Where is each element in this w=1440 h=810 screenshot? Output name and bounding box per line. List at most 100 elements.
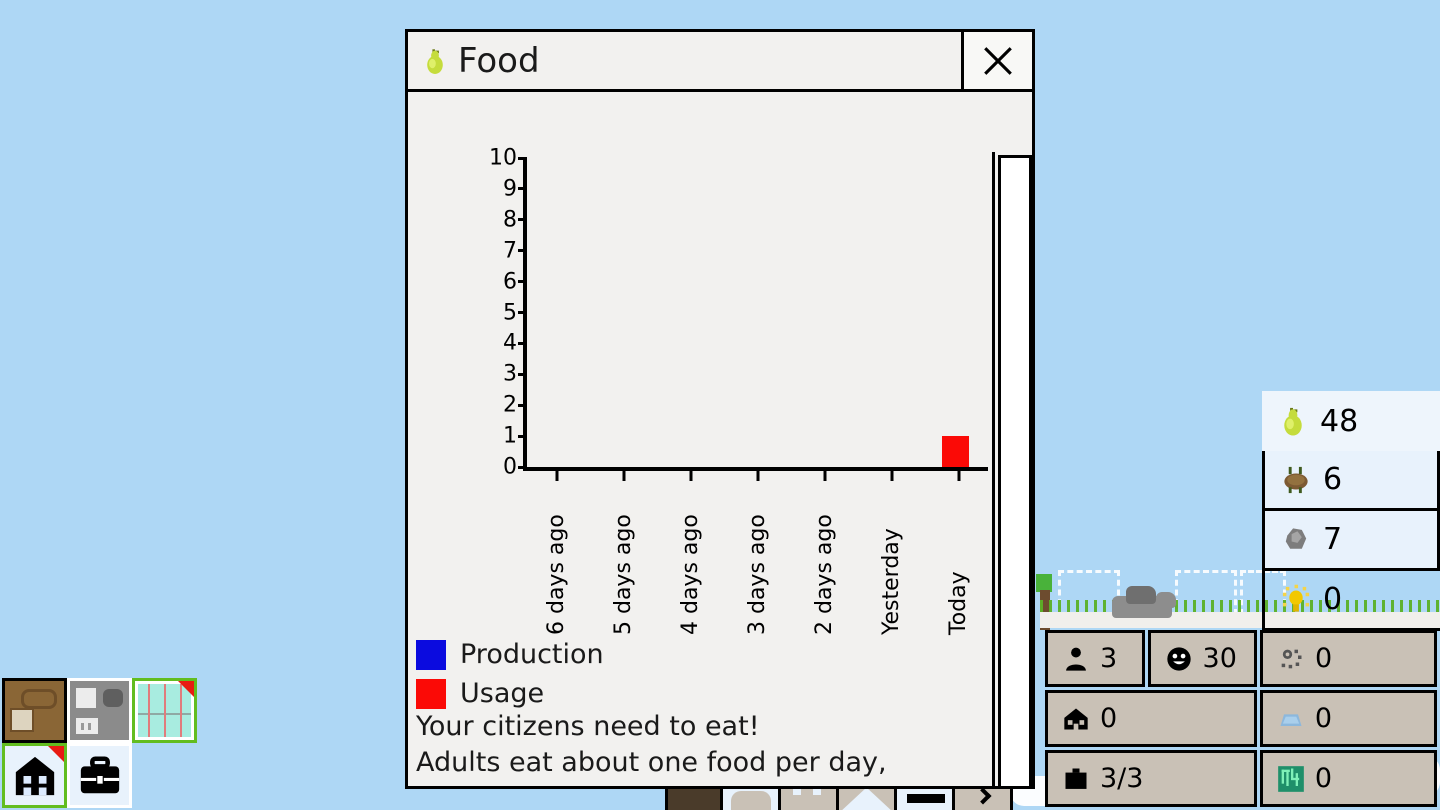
rock-icon: [1281, 524, 1311, 556]
stats-grid: 3 30 0 0 0 3/3 0: [1045, 630, 1440, 810]
legend-swatch-production: [416, 639, 446, 670]
valley-icon: [866, 787, 894, 810]
y-axis-tick: 8: [503, 207, 527, 232]
resource-value: 48: [1320, 403, 1359, 439]
stat-value: 3: [1100, 643, 1118, 674]
dialog-body: 10 9 8 7 6 5 4 3 2 1 0 6 days ago 5 days ago 4 days …: [408, 92, 1032, 786]
food-dialog: Food 10 9 8 7 6 5 4 3 2 1 0 6 days ago 5 days ago 4 …: [405, 29, 1035, 789]
x-axis-tick-label: 3 days ago: [745, 514, 770, 635]
y-axis-tick: 9: [503, 176, 527, 201]
lightbulb-icon: [1281, 584, 1311, 616]
stat-population[interactable]: 3: [1045, 630, 1145, 687]
stat-value: 30: [1202, 643, 1237, 674]
legend-label: Production: [460, 639, 604, 670]
pear-icon: [1278, 405, 1308, 437]
pear-food-icon: [422, 46, 448, 76]
y-axis-tick: 2: [503, 393, 527, 418]
x-axis-tick: 4 days ago: [657, 471, 724, 635]
log-icon: [1281, 464, 1311, 496]
rock-pile: [1156, 592, 1176, 608]
x-axis-tick-mark: [890, 471, 893, 481]
briefcase-icon: [1065, 768, 1087, 789]
sidebar-item-buildings[interactable]: [2, 743, 67, 808]
x-axis-tick-label: 5 days ago: [611, 514, 636, 635]
hill-icon: [731, 791, 771, 810]
x-axis-tick-mark: [756, 471, 759, 481]
water-icon: [1280, 713, 1302, 726]
stat-value: 0: [1100, 703, 1118, 734]
description-line: Adults eat about one food per day,: [416, 747, 887, 778]
notification-flag-icon: [178, 681, 194, 697]
stat-value: 3/3: [1100, 763, 1144, 794]
stat-pollution[interactable]: 0: [1259, 630, 1437, 687]
x-axis-tick-mark: [555, 471, 558, 481]
x-axis-tick-label: Yesterday: [879, 528, 904, 635]
resource-row-food[interactable]: 48: [1262, 391, 1440, 451]
notification-flag-icon: [48, 746, 64, 762]
resource-row-wood[interactable]: 6: [1262, 451, 1440, 511]
y-axis-tick: 7: [503, 238, 527, 263]
stat-water[interactable]: 0: [1259, 690, 1437, 747]
description-line: Your citizens need to eat!: [416, 711, 760, 742]
stat-value: 0: [1314, 763, 1333, 794]
chevron-right-icon: [974, 787, 992, 805]
resource-panel: 48 6 7 0: [1262, 391, 1440, 631]
stats-row: 3/3 0: [1045, 750, 1440, 807]
stat-happiness[interactable]: 30: [1147, 630, 1257, 687]
circuit-icon: [1278, 765, 1304, 792]
house-icon: [1064, 708, 1088, 729]
sidebar-item-stone-resources[interactable]: [67, 678, 132, 743]
chart-legend: Production Usage: [416, 635, 604, 713]
resource-value: 6: [1323, 462, 1343, 497]
stone-panel-icon: [70, 681, 129, 740]
x-axis-tick: 5 days ago: [590, 471, 657, 635]
scrollbar-thumb[interactable]: [998, 155, 1032, 786]
sidebar-item-map[interactable]: [132, 678, 197, 743]
y-axis-tick: 10: [489, 146, 527, 171]
legend-label: Usage: [460, 678, 545, 709]
y-axis-tick: 1: [503, 424, 527, 449]
sidebar-item-wood-resources[interactable]: [2, 678, 67, 743]
x-axis-tick-mark: [689, 471, 692, 481]
x-axis-ticks: 6 days ago 5 days ago 4 days ago 3 days ago…: [523, 471, 992, 635]
stat-jobs[interactable]: 3/3: [1045, 750, 1257, 807]
legend-item: Usage: [416, 674, 604, 713]
x-axis-tick: 6 days ago: [523, 471, 590, 635]
x-axis-tick-mark: [622, 471, 625, 481]
stat-value: 0: [1314, 643, 1333, 674]
rock-pile: [1126, 586, 1156, 604]
stat-tech[interactable]: 0: [1259, 750, 1437, 807]
smiley-icon: [1166, 646, 1191, 671]
close-icon: [984, 46, 1012, 75]
x-axis-tick-mark: [823, 471, 826, 481]
chart-bar: [942, 436, 970, 467]
sidebar-item-jobs[interactable]: [67, 743, 132, 808]
briefcase-icon: [80, 755, 119, 793]
stats-row: 3 30 0: [1045, 630, 1440, 687]
close-button[interactable]: [961, 29, 1035, 92]
resource-row-ideas[interactable]: 0: [1262, 571, 1440, 631]
person-icon: [1066, 647, 1086, 671]
pollution-icon: [1281, 649, 1302, 668]
stat-houses[interactable]: 0: [1045, 690, 1257, 747]
legend-swatch-usage: [416, 678, 446, 709]
dialog-scrollbar[interactable]: ❯: [992, 152, 1032, 786]
dialog-titlebar: Food: [408, 29, 1035, 92]
x-axis-tick-label: 4 days ago: [678, 514, 703, 635]
stat-value: 0: [1314, 703, 1333, 734]
left-toolbar: [2, 678, 202, 808]
x-axis-tick-label: 2 days ago: [812, 514, 837, 635]
resource-row-stone[interactable]: 7: [1262, 511, 1440, 571]
stats-row: 0 0: [1045, 690, 1440, 747]
resource-value: 0: [1323, 582, 1343, 617]
x-axis-tick-label: Today: [946, 571, 971, 635]
chart-plot-area: 10 9 8 7 6 5 4 3 2 1 0: [489, 146, 988, 480]
food-chart: 10 9 8 7 6 5 4 3 2 1 0 6 days ago 5 days ago 4 days …: [408, 92, 998, 635]
legend-item: Production: [416, 635, 604, 674]
wood-panel-icon: [5, 681, 64, 740]
y-axis-tick: 5: [503, 300, 527, 325]
page-title: Food: [458, 40, 540, 81]
valley-icon: [839, 787, 867, 810]
x-axis-tick: 2 days ago: [791, 471, 858, 635]
y-axis-tick: 4: [503, 331, 527, 356]
